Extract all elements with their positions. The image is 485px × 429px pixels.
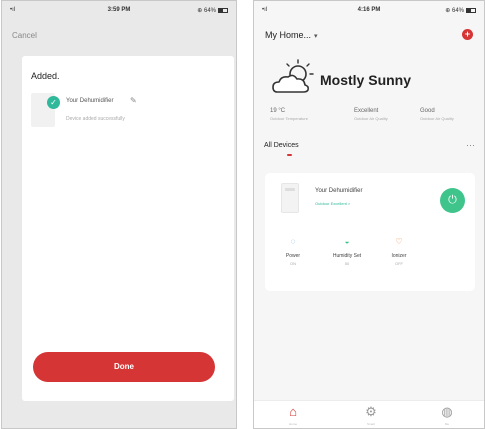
device-status-label: Device added successfully xyxy=(66,116,125,122)
home-icon: ⌂ xyxy=(289,404,297,419)
battery-icon xyxy=(218,7,228,13)
stat-value: Good xyxy=(420,108,435,114)
stat-outdoor: Good Outdoor Air Quality xyxy=(420,108,480,121)
cancel-button[interactable]: Cancel xyxy=(12,31,37,40)
tab-all-devices[interactable]: All Devices xyxy=(264,142,299,149)
power-small-icon: ◌ xyxy=(290,237,296,246)
home-title: My Home... xyxy=(265,30,312,40)
home-selector[interactable]: My Home... ▾ xyxy=(265,30,318,40)
control-ionizer[interactable]: ♡ Ionizer OFF xyxy=(379,237,419,266)
control-label: Humidity Set xyxy=(332,253,362,259)
status-bar: •ıl 3:59 PM ⊕ 64% xyxy=(2,7,236,17)
tab-me[interactable]: ◍ Me xyxy=(430,404,464,426)
stat-label: Outdoor Temperature xyxy=(270,116,308,121)
add-device-button[interactable]: + xyxy=(462,29,473,40)
bottom-tab-bar: ⌂ Home ⚙ Smart ◍ Me xyxy=(254,400,484,428)
control-power[interactable]: ◌ Power ON xyxy=(273,237,313,266)
device-card-subtitle[interactable]: Outdoor Excellent > xyxy=(315,201,350,206)
battery-indicator: ⊕ 64% xyxy=(445,7,476,14)
control-label: Ionizer xyxy=(391,253,407,259)
tab-label: Home xyxy=(288,422,297,426)
device-card[interactable]: Your Dehumidifier Outdoor Excellent > ⏻ … xyxy=(265,173,475,291)
device-added-screen: •ıl 3:59 PM ⊕ 64% Cancel Added. ✓ Your D… xyxy=(1,0,237,429)
smart-icon: ⚙ xyxy=(365,404,377,419)
checkmark-icon: ✓ xyxy=(47,96,60,109)
device-name-label: Your Dehumidifier xyxy=(66,98,114,104)
profile-icon: ◍ xyxy=(441,404,453,419)
partly-sunny-icon xyxy=(269,58,317,100)
stat-label: Outdoor Air Quality xyxy=(420,116,454,121)
control-state: ON xyxy=(290,261,296,266)
added-title: Added. xyxy=(31,71,60,81)
tab-smart[interactable]: ⚙ Smart xyxy=(354,404,388,426)
stat-air-quality: Excellent Outdoor Air Quality xyxy=(354,108,414,121)
more-options-icon[interactable]: ⋯ xyxy=(466,140,475,151)
battery-indicator: ⊕ 64% xyxy=(197,7,228,14)
control-humidity[interactable]: ◒ Humidity Set 50 xyxy=(327,237,367,266)
stat-value: 19 °C xyxy=(270,108,286,114)
power-toggle-button[interactable]: ⏻ xyxy=(440,188,465,213)
device-card-name: Your Dehumidifier xyxy=(315,188,363,194)
control-state: 50 xyxy=(344,261,350,266)
tab-label: Smart xyxy=(366,422,375,426)
battery-label: ⊕ 64% xyxy=(445,8,464,14)
battery-label: ⊕ 64% xyxy=(197,8,216,14)
tab-label: Me xyxy=(444,422,450,426)
weather-condition: Mostly Sunny xyxy=(320,72,412,88)
humidity-icon: ◒ xyxy=(344,237,350,246)
dehumidifier-icon xyxy=(281,183,299,213)
device-added-card: Added. ✓ Your Dehumidifier ✎ Device adde… xyxy=(22,56,234,401)
done-button[interactable]: Done xyxy=(33,352,215,382)
battery-icon xyxy=(466,7,476,13)
control-state: OFF xyxy=(395,261,403,266)
stat-label: Outdoor Air Quality xyxy=(354,116,388,121)
added-device-row: ✓ Your Dehumidifier ✎ Device added succe… xyxy=(31,93,226,129)
edit-icon[interactable]: ✎ xyxy=(130,96,137,105)
status-bar: •ıl 4:16 PM ⊕ 64% xyxy=(254,7,484,17)
stat-temperature: 19 °C Outdoor Temperature xyxy=(270,108,330,121)
tab-home[interactable]: ⌂ Home xyxy=(276,404,310,426)
ionizer-icon: ♡ xyxy=(395,237,403,246)
home-screen: •ıl 4:16 PM ⊕ 64% My Home... ▾ + Mostly S… xyxy=(253,0,485,429)
active-tab-indicator xyxy=(287,154,292,156)
control-label: Power xyxy=(285,253,301,259)
chevron-down-icon: ▾ xyxy=(314,33,318,40)
stat-value: Excellent xyxy=(354,108,379,114)
